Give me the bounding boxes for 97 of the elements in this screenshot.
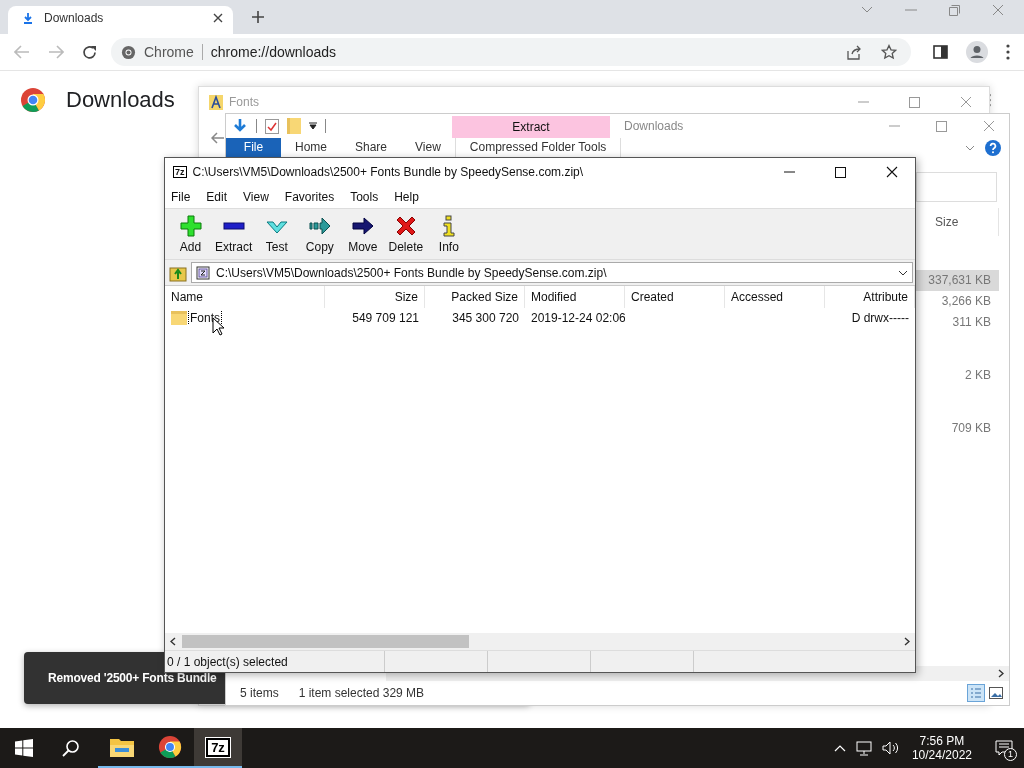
- delete-icon: [394, 214, 417, 237]
- taskbar-app[interactable]: 7z: [194, 728, 242, 768]
- scroll-left-icon[interactable]: [170, 637, 176, 646]
- menu-item[interactable]: Tools: [350, 190, 379, 204]
- column-header[interactable]: Name: [165, 286, 325, 308]
- plus-icon: [179, 214, 202, 237]
- table-cell: 549 709 121: [352, 311, 419, 325]
- chevron-up-icon[interactable]: [833, 744, 846, 752]
- help-icon[interactable]: [985, 139, 1001, 156]
- toolbar-button[interactable]: Extract: [212, 214, 256, 254]
- column-header[interactable]: Size: [325, 286, 425, 308]
- start-icon[interactable]: [15, 739, 33, 757]
- table-cell: 345 300 720: [452, 311, 519, 325]
- browser-tab[interactable]: Downloads: [8, 6, 233, 34]
- back-icon[interactable]: [211, 132, 225, 144]
- column-header[interactable]: Packed Size: [425, 286, 525, 308]
- table-cell: 2019-12-24 02:06: [531, 311, 625, 325]
- scroll-right-icon[interactable]: [904, 637, 910, 646]
- share-icon[interactable]: [846, 44, 861, 60]
- info-icon: [442, 214, 455, 237]
- column-header[interactable]: Accessed: [725, 286, 825, 308]
- chevron-down-icon[interactable]: [965, 144, 975, 151]
- toolbar-button[interactable]: Add: [169, 214, 212, 254]
- new-tab-icon[interactable]: [251, 10, 265, 24]
- chevron-down-icon: [898, 269, 908, 276]
- toolbar-button[interactable]: Delete: [384, 214, 428, 254]
- menu-icon[interactable]: [1006, 44, 1010, 60]
- column-header[interactable]: Attribute: [825, 286, 915, 308]
- file-size: 3,266 KB: [940, 293, 992, 310]
- column-header[interactable]: Created: [625, 286, 725, 308]
- toast-message: Removed '2500+ Fonts Bundle: [48, 671, 217, 685]
- profile-icon[interactable]: [966, 41, 988, 63]
- arrow-icon: [351, 214, 374, 237]
- reload-icon[interactable]: [82, 44, 97, 60]
- network-icon[interactable]: [855, 740, 872, 756]
- site-label: Chrome: [144, 44, 194, 60]
- horizontal-scrollbar[interactable]: [165, 633, 915, 650]
- app-icon: 7z: [206, 737, 230, 757]
- notification-icon: [995, 740, 1013, 756]
- star-icon[interactable]: [881, 44, 897, 60]
- window-title: Fonts: [229, 95, 259, 109]
- folder-icon: [110, 737, 134, 757]
- ribbon-tab[interactable]: View: [401, 138, 455, 157]
- large-icons-view-icon[interactable]: [989, 687, 1003, 699]
- maximize-icon[interactable]: [835, 166, 846, 178]
- status-text: 0 / 1 object(s) selected: [167, 654, 288, 669]
- search-field[interactable]: [916, 172, 997, 202]
- volume-icon[interactable]: [881, 741, 900, 755]
- menu-item[interactable]: Favorites: [284, 190, 335, 204]
- column-header[interactable]: Size: [927, 208, 999, 236]
- file-size: 2 KB: [964, 367, 992, 384]
- status-text: 1 item selected 329 MB: [298, 686, 425, 700]
- chevron-down-icon[interactable]: [861, 6, 873, 14]
- page-heading: Downloads: [66, 87, 175, 113]
- toolbar-button[interactable]: Info: [427, 214, 471, 254]
- chrome-logo-icon: [121, 44, 136, 60]
- tab-title: Downloads: [44, 11, 105, 25]
- side-panel-icon[interactable]: [933, 45, 948, 59]
- url-text: chrome://downloads: [210, 44, 337, 60]
- file-size: 709 KB: [950, 420, 992, 437]
- font-folder-icon: [209, 94, 223, 110]
- file-size: 311 KB: [951, 314, 992, 331]
- file-size: 337,631 KB: [915, 270, 999, 291]
- restore-icon[interactable]: [949, 4, 960, 16]
- menu-item[interactable]: Help: [394, 190, 419, 204]
- folder-icon: [171, 311, 187, 325]
- chrome-logo-icon: [158, 735, 182, 759]
- column-header[interactable]: Modified: [525, 286, 625, 308]
- ribbon-tab[interactable]: Share: [341, 138, 402, 157]
- archive-icon: [196, 265, 210, 280]
- toolbar-button[interactable]: Test: [255, 214, 299, 254]
- ribbon-tab[interactable]: Home: [281, 138, 341, 157]
- ribbon-tab[interactable]: File: [226, 138, 281, 157]
- download-arrow-icon[interactable]: [232, 118, 248, 134]
- window-title: C:\Users\VM5\Downloads\2500+ Fonts Bundle by SpeedySense.com.zip\: [192, 165, 584, 179]
- dropdown-icon[interactable]: [309, 122, 317, 130]
- toolbar-button[interactable]: Move: [341, 214, 385, 254]
- chrome-logo-icon: [20, 87, 46, 113]
- address-field[interactable]: C:\Users\VM5\Downloads\2500+ Fonts Bundle by SpeedySense.com.zip\: [191, 262, 913, 283]
- status-text: 5 items: [240, 686, 279, 700]
- clock[interactable]: 7:56 PM 10/24/2022: [911, 734, 972, 762]
- menu-item[interactable]: File: [171, 190, 191, 204]
- table-cell: D drwx-----: [851, 311, 909, 325]
- notifications-button[interactable]: 1: [984, 728, 1024, 768]
- toolbar-button[interactable]: Copy: [298, 214, 342, 254]
- checklist-icon[interactable]: [265, 118, 279, 134]
- search-icon[interactable]: [62, 739, 80, 757]
- address-bar[interactable]: Chrome chrome://downloads: [111, 38, 911, 66]
- download-icon: [22, 12, 34, 24]
- close-icon[interactable]: [213, 13, 223, 23]
- ribbon-context-tab[interactable]: Extract: [452, 116, 610, 138]
- close-icon[interactable]: [886, 166, 898, 178]
- app-icon: 7z: [173, 166, 187, 178]
- scroll-right-icon[interactable]: [998, 669, 1004, 678]
- window-title: Downloads: [624, 119, 684, 133]
- menu-item[interactable]: Edit: [206, 190, 228, 204]
- menu-item[interactable]: View: [243, 190, 269, 204]
